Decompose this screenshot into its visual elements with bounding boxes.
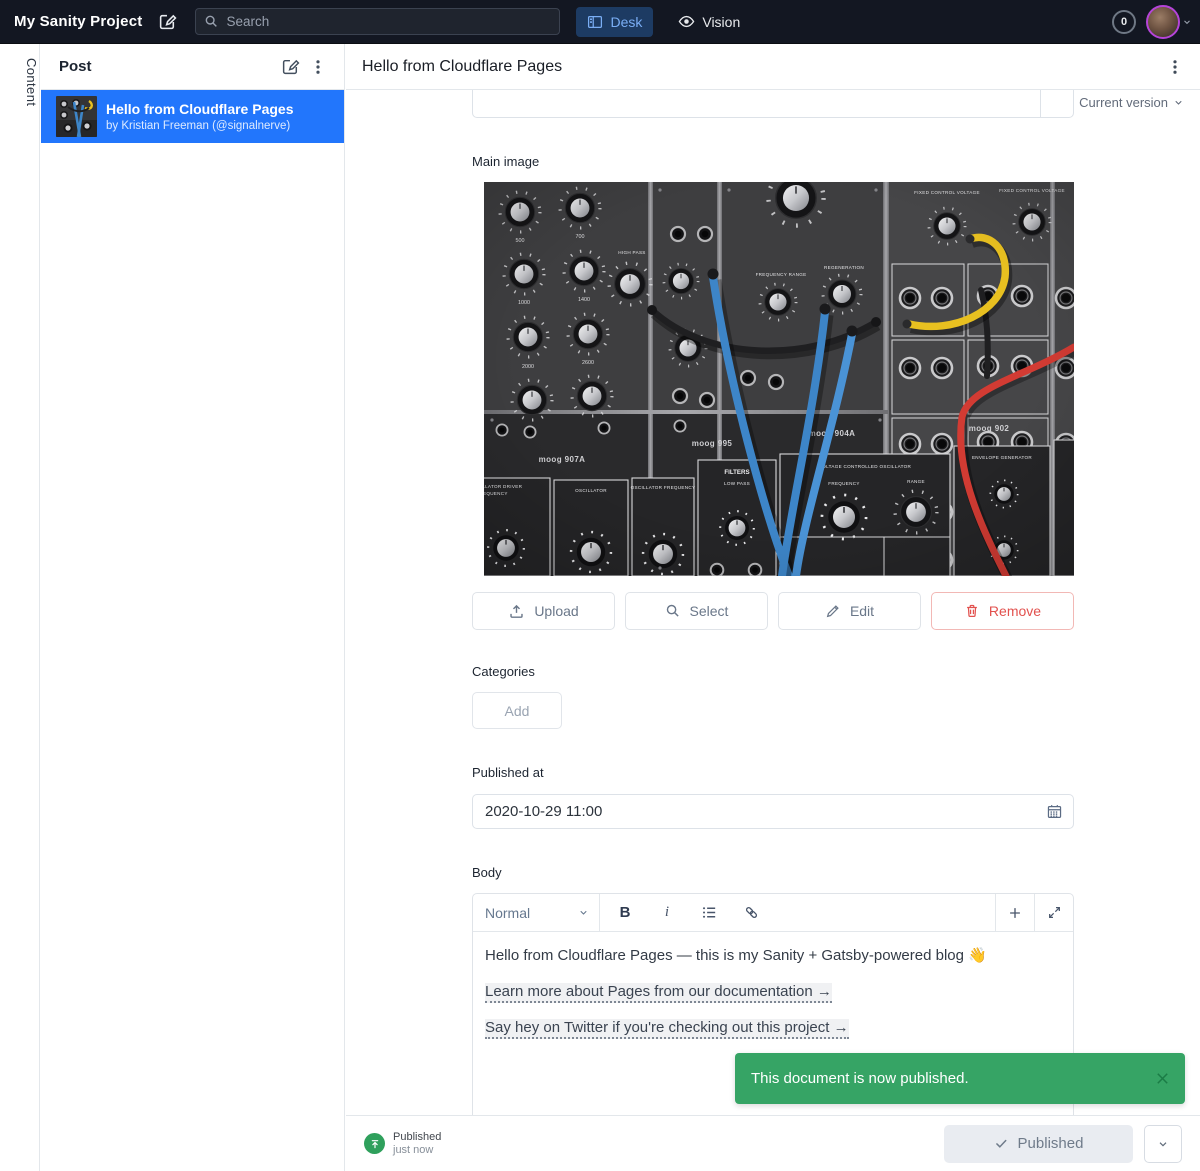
published-at-input[interactable] [485,803,1046,820]
document-scroll-area[interactable]: Current version Main image [346,90,1200,1115]
search-icon [204,14,219,29]
trash-icon [964,603,980,619]
toast-published: This document is now published. [735,1053,1185,1104]
chevron-down-icon [578,907,589,918]
body-link-twitter[interactable]: Say hey on Twitter if you're checking ou… [485,1019,849,1039]
tab-vision[interactable]: Vision [667,7,751,37]
publish-status-time: just now [393,1144,441,1156]
remove-button-label: Remove [989,603,1041,619]
expand-editor-button[interactable] [1034,894,1073,931]
bullet-list-button[interactable] [694,898,724,928]
tab-desk[interactable]: Desk [576,7,653,37]
version-select-label: Current version [1079,95,1168,110]
content-rail: Content [0,44,40,1171]
post-thumbnail [56,96,97,137]
eye-icon [678,13,695,30]
upload-button-label: Upload [534,603,578,619]
search-bar[interactable] [195,8,560,35]
published-at-label: Published at [472,765,1074,781]
toast-message: This document is now published. [751,1070,1154,1087]
link-icon [743,904,760,921]
edit-button-label: Edit [850,603,874,619]
new-document-icon[interactable] [276,53,304,81]
compose-icon[interactable] [158,12,177,31]
editor-toolbar: Normal B i [473,894,1073,932]
post-item-title: Hello from Cloudflare Pages [106,101,293,117]
post-panel-menu-icon[interactable] [304,53,332,81]
style-select-value: Normal [485,905,578,921]
publish-status-label: Published [393,1131,441,1143]
document-menu-icon[interactable] [1160,52,1190,82]
slug-field-cutoff[interactable] [472,90,1074,118]
check-icon [994,1136,1009,1151]
bullet-list-icon [701,904,718,921]
body-paragraph[interactable]: Hello from Cloudflare Pages — this is my… [485,946,1061,966]
select-button[interactable]: Select [625,592,768,630]
chevron-down-icon [1173,97,1184,108]
publish-status-text: Published just now [393,1131,441,1156]
published-at-field [472,794,1074,829]
search-input[interactable] [226,14,551,29]
post-item-text: Hello from Cloudflare Pages by Kristian … [106,101,293,132]
version-select[interactable]: Current version [1079,95,1184,110]
italic-button[interactable]: i [652,898,682,928]
avatar[interactable] [1146,5,1180,39]
chevron-down-icon[interactable] [1182,17,1192,27]
insert-block-button[interactable] [995,894,1034,931]
publish-button[interactable]: Published [944,1125,1133,1163]
bold-button[interactable]: B [610,898,640,928]
post-panel-header: Post [41,44,344,90]
select-button-label: Select [690,603,729,619]
remove-button[interactable]: Remove [931,592,1074,630]
tab-desk-label: Desk [610,14,642,30]
project-title: My Sanity Project [14,13,142,30]
publish-menu-button[interactable] [1144,1125,1182,1163]
body-link-docs[interactable]: Learn more about Pages from our document… [485,983,832,1003]
publish-button-label: Published [1018,1135,1084,1152]
main-image-label: Main image [472,154,1074,170]
pencil-icon [825,603,841,619]
edit-button[interactable]: Edit [778,592,921,630]
published-icon [364,1133,385,1154]
post-list-panel: Post [41,44,345,1171]
categories-label: Categories [472,664,1074,680]
calendar-icon[interactable] [1046,803,1063,820]
document-footer: Published just now Published [346,1115,1200,1171]
add-category-button[interactable]: Add [472,692,562,729]
content-rail-label[interactable]: Content [0,58,39,106]
document-title: Hello from Cloudflare Pages [362,58,1160,76]
editor-content[interactable]: Hello from Cloudflare Pages — this is my… [473,932,1073,1068]
body-label: Body [472,865,1074,881]
format-buttons: B i [600,894,995,931]
navbar: My Sanity Project Desk [0,0,1200,44]
sanity-studio-app: My Sanity Project Desk [0,0,1200,1171]
desk-icon [587,14,603,30]
tab-vision-label: Vision [702,14,740,30]
plus-icon [1007,905,1023,921]
document-panel: Hello from Cloudflare Pages Current vers… [346,44,1200,1171]
presence-badge[interactable]: 0 [1112,10,1136,34]
chevron-down-icon [1157,1138,1169,1150]
main-image-photo: .lbl{fill:#e6e6e8;font-size:4.6px;letter… [484,182,1074,576]
upload-button[interactable]: Upload [472,592,615,630]
slug-generate-button[interactable] [1040,90,1073,117]
search-icon [665,603,681,619]
add-category-label: Add [505,703,530,719]
publish-status-chip: Published just now [364,1131,441,1156]
link-button[interactable] [736,898,766,928]
style-select[interactable]: Normal [473,894,600,931]
image-button-row: Upload Select Edit [472,592,1074,630]
list-item-post[interactable]: Hello from Cloudflare Pages by Kristian … [41,90,344,143]
document-header: Hello from Cloudflare Pages [346,44,1200,90]
post-item-subtitle: by Kristian Freeman (@signalnerve) [106,120,293,132]
upload-icon [508,603,525,620]
close-icon[interactable] [1154,1070,1171,1087]
expand-icon [1047,905,1062,920]
post-panel-title: Post [59,58,276,75]
document-form: Main image [472,90,1074,1115]
